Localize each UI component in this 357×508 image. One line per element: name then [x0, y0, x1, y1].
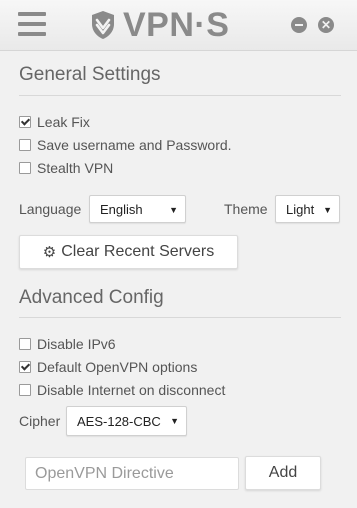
chevron-down-icon: ▼: [169, 205, 178, 215]
minimize-icon[interactable]: [291, 17, 307, 33]
app-title: VPN·S: [123, 6, 230, 44]
checkbox-box[interactable]: [19, 116, 31, 128]
checkbox-label: Default OpenVPN options: [37, 359, 198, 375]
clear-recent-servers-label: Clear Recent Servers: [61, 243, 215, 260]
clear-recent-servers-button[interactable]: ⚙ Clear Recent Servers: [19, 235, 238, 269]
checkbox-label: Leak Fix: [37, 114, 90, 130]
stealth-vpn-checkbox[interactable]: Stealth VPN: [19, 160, 113, 176]
disable-ipv6-checkbox[interactable]: Disable IPv6: [19, 336, 116, 352]
theme-label: Theme: [224, 201, 268, 217]
general-settings-heading: General Settings: [19, 64, 161, 85]
title-bar: VPN·S ✕: [0, 0, 357, 51]
general-divider: [19, 95, 341, 96]
add-directive-button[interactable]: Add: [245, 456, 321, 490]
leak-fix-checkbox[interactable]: Leak Fix: [19, 114, 90, 130]
cipher-select[interactable]: AES-128-CBC ▼: [66, 406, 187, 436]
menu-icon[interactable]: [18, 12, 46, 36]
disable-internet-on-disconnect-checkbox[interactable]: Disable Internet on disconnect: [19, 382, 225, 398]
shield-v-icon: [92, 11, 114, 39]
advanced-config-heading: Advanced Config: [19, 287, 164, 308]
checkbox-label: Save username and Password.: [37, 137, 232, 153]
theme-value: Light: [286, 201, 315, 217]
checkbox-label: Disable IPv6: [37, 336, 116, 352]
save-credentials-checkbox[interactable]: Save username and Password.: [19, 137, 232, 153]
chevron-down-icon: ▼: [170, 416, 179, 426]
checkbox-box[interactable]: [19, 162, 31, 174]
gear-icon: ⚙: [42, 244, 57, 261]
cipher-label: Cipher: [19, 413, 61, 429]
language-value: English: [100, 201, 143, 217]
theme-select[interactable]: Light ▼: [275, 195, 340, 223]
app-logo: VPN·S: [91, 6, 230, 44]
chevron-down-icon: ▼: [323, 205, 332, 215]
openvpn-directive-input[interactable]: [25, 457, 239, 490]
checkbox-box[interactable]: [19, 361, 31, 373]
close-icon[interactable]: ✕: [318, 17, 334, 33]
cipher-value: AES-128-CBC: [77, 413, 161, 429]
language-select[interactable]: English ▼: [89, 195, 186, 223]
advanced-divider: [19, 317, 341, 318]
checkbox-label: Stealth VPN: [37, 160, 114, 176]
checkbox-box[interactable]: [19, 384, 31, 396]
language-label: Language: [19, 201, 82, 217]
add-button-label: Add: [268, 464, 298, 481]
checkbox-box[interactable]: [19, 139, 31, 151]
checkbox-box[interactable]: [19, 338, 31, 350]
checkbox-label: Disable Internet on disconnect: [37, 382, 226, 398]
default-openvpn-options-checkbox[interactable]: Default OpenVPN options: [19, 359, 197, 375]
